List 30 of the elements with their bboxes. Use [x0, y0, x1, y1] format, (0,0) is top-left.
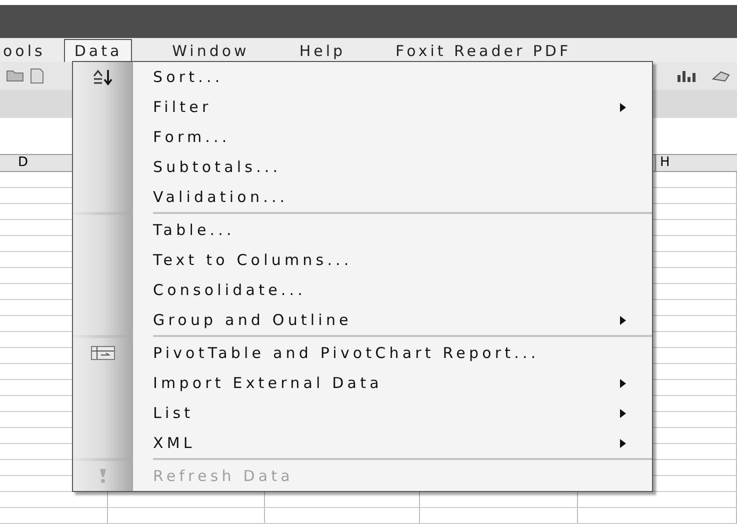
menu-item[interactable]: Text to Columns...: [73, 245, 652, 275]
menu-item[interactable]: PivotTable and PivotChart Report...: [73, 335, 652, 368]
menu-item[interactable]: Group and Outline: [73, 305, 652, 335]
menu-item[interactable]: Filter: [73, 92, 652, 122]
sort-arrow-icon: [92, 68, 114, 86]
menu-item[interactable]: Form...: [73, 122, 652, 152]
menu-bar-item[interactable]: Help: [289, 39, 356, 62]
menu-item[interactable]: Validation...: [73, 182, 652, 212]
menu-bar-item[interactable]: Window: [162, 39, 260, 62]
menu-item[interactable]: Subtotals...: [73, 152, 652, 182]
menu-bar-item[interactable]: Data: [64, 39, 132, 62]
submenu-arrow-icon: [620, 378, 626, 388]
menu-bar-item[interactable]: Foxit Reader PDF: [386, 39, 582, 62]
table-icon: [91, 346, 115, 360]
submenu-arrow-icon: [620, 408, 626, 418]
submenu-arrow-icon: [620, 102, 626, 112]
submenu-arrow-icon: [620, 316, 626, 324]
menu-item[interactable]: Sort...: [73, 62, 652, 92]
menu-bar-item[interactable]: ools: [0, 39, 64, 62]
submenu-arrow-icon: [620, 438, 626, 448]
exclamation-icon: [98, 468, 108, 484]
menu-item[interactable]: XML: [73, 428, 652, 458]
menu-item[interactable]: Import External Data: [73, 368, 652, 398]
drawing-icon: [711, 69, 731, 83]
column-header[interactable]: H: [655, 155, 737, 171]
menu-item[interactable]: List: [73, 398, 652, 428]
folder-icon: [6, 68, 24, 82]
menu-item[interactable]: Table...: [73, 212, 652, 245]
document-icon: [30, 68, 44, 84]
menu-item[interactable]: Consolidate...: [73, 275, 652, 305]
